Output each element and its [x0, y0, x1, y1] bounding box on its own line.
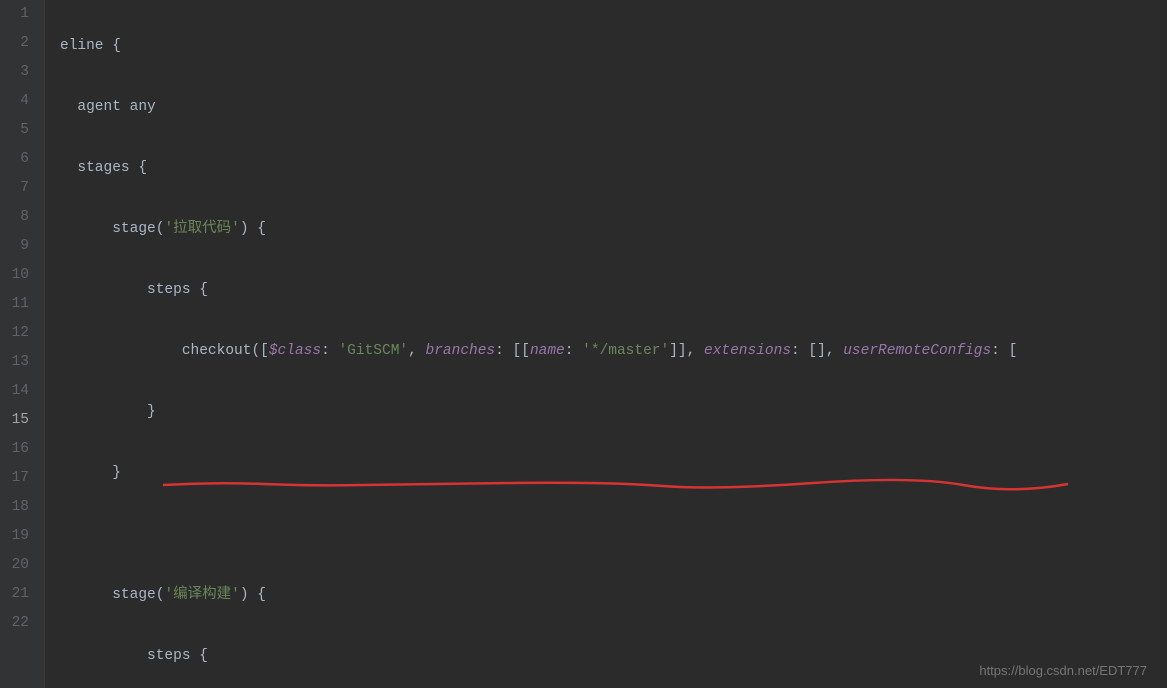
line-number: 17	[0, 464, 29, 493]
function-call: stage	[112, 587, 156, 603]
line-number: 6	[0, 145, 29, 174]
watermark-text: https://blog.csdn.net/EDT777	[979, 663, 1147, 678]
brace: }	[112, 465, 121, 481]
line-number: 11	[0, 290, 29, 319]
code-text: eline {	[60, 38, 121, 54]
property: branches	[426, 343, 496, 359]
line-number: 18	[0, 493, 29, 522]
code-line[interactable]: stages {	[60, 154, 1167, 183]
property: userRemoteConfigs	[843, 343, 991, 359]
string-literal: 'GitSCM'	[338, 343, 408, 359]
code-line[interactable]: stage('拉取代码') {	[60, 215, 1167, 244]
punct: ([	[251, 343, 268, 359]
code-editor[interactable]: 1 2 3 4 5 6 7 8 9 10 11 12 13 14 15 16 1…	[0, 0, 1167, 688]
property: name	[530, 343, 565, 359]
line-number: 7	[0, 174, 29, 203]
punct: ) {	[240, 221, 266, 237]
code-line[interactable]: steps {	[60, 276, 1167, 305]
string-literal: '拉取代码'	[164, 221, 239, 237]
code-line[interactable]: checkout([$class: 'GitSCM', branches: [[…	[60, 337, 1167, 366]
code-line[interactable]: }	[60, 398, 1167, 427]
line-number: 1	[0, 0, 29, 29]
punct: ,	[408, 343, 425, 359]
line-number: 19	[0, 522, 29, 551]
line-number-active: 15	[0, 406, 29, 435]
property: $class	[269, 343, 321, 359]
code-text: stages {	[77, 160, 147, 176]
line-number: 5	[0, 116, 29, 145]
line-number: 14	[0, 377, 29, 406]
line-number: 9	[0, 232, 29, 261]
line-number: 20	[0, 551, 29, 580]
code-line[interactable]	[60, 520, 1167, 549]
punct: ) {	[240, 587, 266, 603]
string-literal: '*/master'	[582, 343, 669, 359]
code-line[interactable]: eline {	[60, 32, 1167, 61]
code-text: agent any	[77, 99, 155, 115]
brace: }	[147, 404, 156, 420]
line-number: 16	[0, 435, 29, 464]
code-line[interactable]: }	[60, 459, 1167, 488]
line-number: 2	[0, 29, 29, 58]
punct: : [[	[495, 343, 530, 359]
code-text: steps {	[147, 282, 208, 298]
code-content[interactable]: eline { agent any stages { stage('拉取代码')…	[45, 0, 1167, 688]
code-line[interactable]: agent any	[60, 93, 1167, 122]
line-gutter: 1 2 3 4 5 6 7 8 9 10 11 12 13 14 15 16 1…	[0, 0, 45, 688]
punct: : [	[991, 343, 1017, 359]
line-number: 3	[0, 58, 29, 87]
line-number: 8	[0, 203, 29, 232]
code-text: steps {	[147, 648, 208, 664]
string-literal: '编译构建'	[164, 587, 239, 603]
function-call: checkout	[182, 343, 252, 359]
line-number: 4	[0, 87, 29, 116]
function-call: stage	[112, 221, 156, 237]
line-number: 21	[0, 580, 29, 609]
line-number: 13	[0, 348, 29, 377]
punct: :	[321, 343, 338, 359]
line-number: 10	[0, 261, 29, 290]
line-number: 12	[0, 319, 29, 348]
punct: :	[565, 343, 582, 359]
punct: : [],	[791, 343, 843, 359]
property: extensions	[704, 343, 791, 359]
punct: ]],	[669, 343, 704, 359]
line-number: 22	[0, 609, 29, 638]
code-line[interactable]: stage('编译构建') {	[60, 581, 1167, 610]
